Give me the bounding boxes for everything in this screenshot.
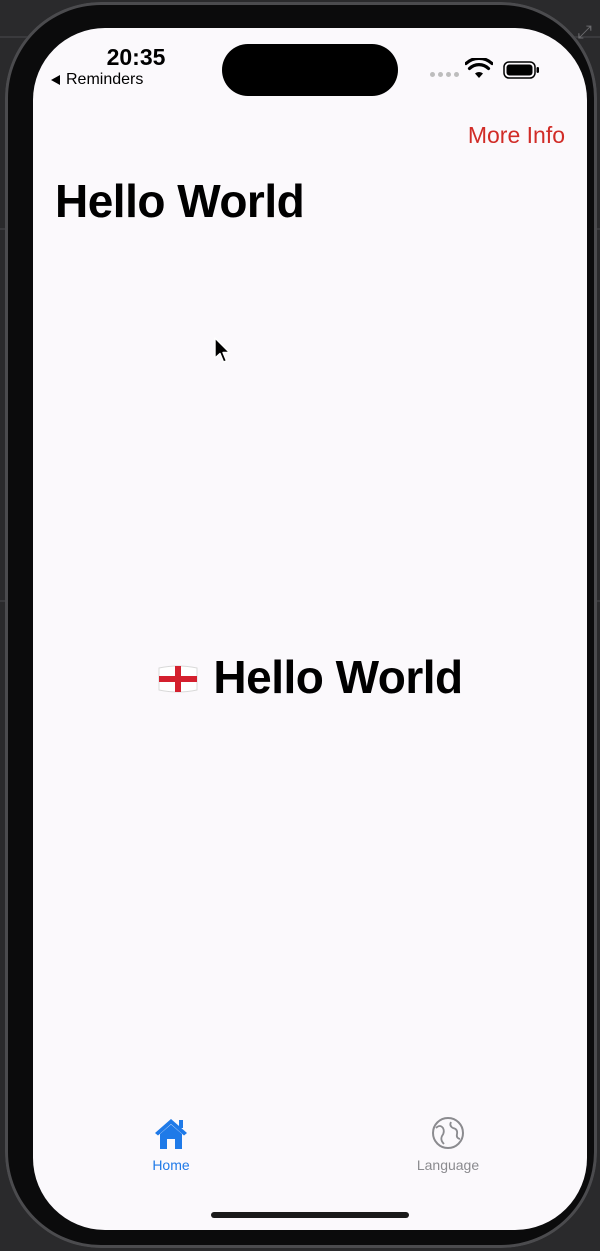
back-triangle-icon [51, 75, 60, 85]
tab-language-label: Language [416, 1157, 480, 1173]
wifi-icon [465, 58, 493, 78]
battery-icon [503, 61, 539, 79]
mouse-pointer-icon [214, 337, 231, 363]
tab-home-label: Home [152, 1157, 190, 1173]
globe-icon [432, 1117, 464, 1149]
more-info-button[interactable]: More Info [468, 122, 565, 149]
back-app-label: Reminders [66, 71, 144, 88]
tab-language[interactable]: Language [388, 1116, 508, 1173]
greeting-row: Hello World [33, 650, 587, 704]
expand-icon: ⤢ [577, 22, 592, 42]
greeting-text: Hello World [213, 651, 463, 703]
phone-frame: 20:35 Reminders More Info Hello World He… [5, 2, 597, 1248]
house-fill-icon [155, 1119, 187, 1149]
tab-home[interactable]: Home [111, 1116, 231, 1173]
dynamic-island [222, 44, 398, 96]
status-time: 20:35 [106, 44, 166, 70]
phone-screen: 20:35 Reminders More Info Hello World He… [33, 28, 587, 1230]
page-title: Hello World [55, 175, 305, 227]
back-to-app-button[interactable]: Reminders [51, 71, 143, 89]
england-flag-icon [158, 665, 198, 693]
tab-bar: Home Language [33, 1116, 587, 1196]
cellular-signal-icon [430, 72, 459, 77]
home-indicator[interactable] [211, 1212, 409, 1218]
